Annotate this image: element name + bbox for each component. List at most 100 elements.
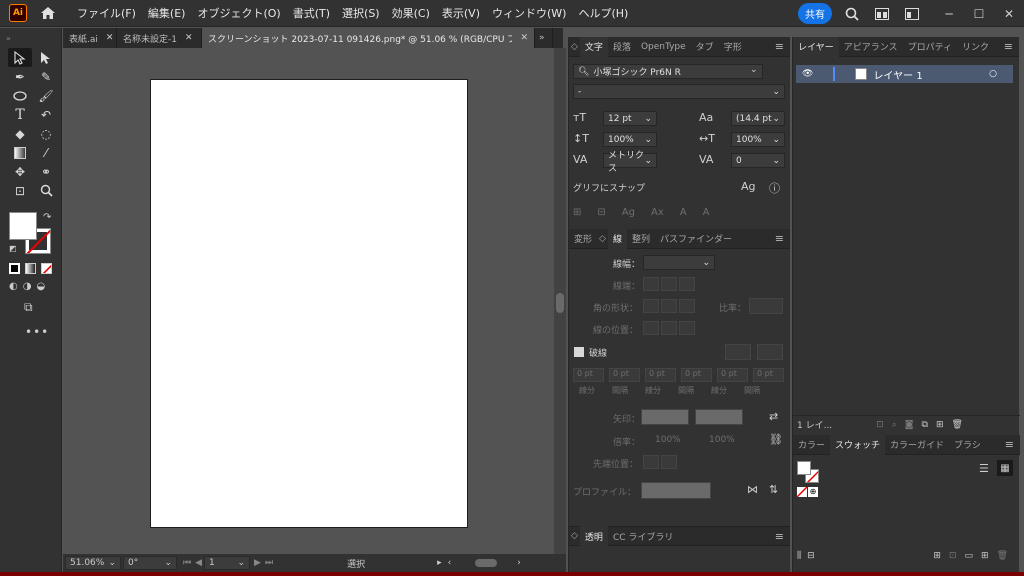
- home-icon[interactable]: [39, 4, 57, 22]
- stroke-weight-field[interactable]: ⌄: [643, 255, 715, 270]
- arrowhead-start-select[interactable]: [641, 409, 689, 425]
- next-artboard-icon[interactable]: ▶: [254, 558, 261, 568]
- info-icon[interactable]: ⓘ: [769, 180, 780, 196]
- dash-field[interactable]: 0 pt: [717, 368, 748, 382]
- artboard[interactable]: [150, 79, 468, 528]
- toolbar-grip-icon[interactable]: »: [0, 28, 61, 48]
- menu-view[interactable]: 表示(V): [436, 5, 486, 21]
- doc-tab-screenshot[interactable]: スクリーンショット 2023-07-11 091426.png* @ 51.06…: [202, 28, 535, 48]
- panel-collapse-icon[interactable]: ◇: [569, 37, 580, 57]
- tab-paragraph[interactable]: 段落: [608, 37, 636, 57]
- align-outside-icon[interactable]: [679, 321, 695, 335]
- tab-pathfinder[interactable]: パスファインダー: [655, 229, 737, 249]
- corner-miter-icon[interactable]: [643, 299, 659, 313]
- limit-field[interactable]: [749, 298, 783, 314]
- tab-color-guide[interactable]: カラーガイド: [885, 435, 949, 455]
- delete-layer-icon[interactable]: 🗑︎: [951, 420, 962, 430]
- menu-file[interactable]: ファイル(F): [71, 5, 142, 21]
- menu-object[interactable]: オブジェクト(O): [191, 5, 286, 21]
- horizontal-scale-field[interactable]: 100% ⌄: [731, 132, 785, 147]
- dash-field[interactable]: 0 pt: [573, 368, 604, 382]
- menu-edit[interactable]: 編集(E): [142, 5, 192, 21]
- artboard-tool-icon[interactable]: ⊡: [8, 181, 32, 200]
- dash-field[interactable]: 0 pt: [645, 368, 676, 382]
- panel-menu-icon[interactable]: ≡: [775, 40, 784, 53]
- tab-character[interactable]: 文字: [579, 36, 608, 57]
- canvas[interactable]: [63, 48, 554, 554]
- maximize-icon[interactable]: ☐: [964, 0, 994, 27]
- snap-angular-icon[interactable]: A: [680, 207, 687, 218]
- panel-menu-icon[interactable]: ≡: [775, 232, 784, 245]
- arrowhead-end-select[interactable]: [695, 409, 743, 425]
- close-tab-icon[interactable]: ✕: [185, 33, 193, 43]
- arrange-documents-icon[interactable]: [904, 6, 920, 22]
- last-artboard-icon[interactable]: ⏭: [265, 558, 273, 568]
- default-colors-icon[interactable]: ◩: [9, 244, 17, 253]
- puppet-warp-tool-icon[interactable]: ✥: [8, 162, 32, 181]
- none-mode-icon[interactable]: [41, 263, 52, 274]
- tab-glyphs[interactable]: 字形: [719, 37, 747, 57]
- hscroll-right-icon[interactable]: ›: [517, 558, 521, 568]
- tab-align[interactable]: 整列: [627, 229, 655, 249]
- flip-along-icon[interactable]: ⋈: [747, 483, 758, 496]
- menu-select[interactable]: 選択(S): [336, 5, 386, 21]
- snap-glyph-bounds-icon[interactable]: Ag: [622, 207, 635, 218]
- swatch-none[interactable]: [797, 487, 807, 497]
- dash-align-icon[interactable]: [757, 344, 783, 360]
- first-artboard-icon[interactable]: ⏮: [183, 558, 191, 568]
- tab-color[interactable]: カラー: [793, 435, 830, 455]
- tab-brushes[interactable]: ブラシ: [949, 435, 986, 455]
- panel-menu-icon[interactable]: ≡: [1005, 438, 1014, 451]
- pen-tool-icon[interactable]: ✒: [8, 67, 32, 86]
- arrow-scale-start[interactable]: 100%: [655, 435, 681, 445]
- fill-stroke-widget[interactable]: ↷ ◩: [9, 212, 53, 256]
- tab-stroke[interactable]: 線: [607, 228, 627, 249]
- direct-selection-tool-icon[interactable]: [34, 48, 58, 67]
- tab-tabs[interactable]: タブ: [691, 37, 719, 57]
- edit-toolbar-icon[interactable]: •••: [25, 325, 49, 339]
- tab-properties[interactable]: プロパティ: [903, 37, 957, 57]
- hscroll-left-icon[interactable]: ‹: [448, 558, 452, 568]
- font-family-field[interactable]: 🔍︎ 小塚ゴシック Pr6N R: [573, 64, 763, 79]
- gradient-mode-icon[interactable]: [25, 263, 36, 274]
- share-button[interactable]: 共有: [798, 3, 832, 24]
- list-view-icon[interactable]: ☰: [979, 462, 989, 475]
- collect-export-icon[interactable]: ⊡: [876, 420, 884, 430]
- delete-swatch-icon[interactable]: 🗑︎: [997, 551, 1008, 561]
- corner-bevel-icon[interactable]: [679, 299, 695, 313]
- link-scale-icon[interactable]: ⛓: [769, 433, 783, 446]
- clipping-mask-icon[interactable]: ◙: [905, 420, 914, 430]
- locate-object-icon[interactable]: ⌕: [892, 420, 897, 430]
- snap-baseline-icon[interactable]: ⊞: [573, 207, 581, 218]
- curvature-tool-icon[interactable]: ✎: [34, 67, 58, 86]
- draw-normal-icon[interactable]: ◐: [9, 281, 18, 292]
- swap-arrowheads-icon[interactable]: ⇄: [769, 410, 778, 423]
- tab-opentype[interactable]: OpenType: [636, 37, 691, 57]
- cap-round-icon[interactable]: [661, 277, 677, 291]
- new-swatch-icon[interactable]: ⊞: [981, 551, 989, 561]
- doc-tab-cover[interactable]: 表紙.ai ✕: [63, 28, 117, 48]
- arrow-scale-end[interactable]: 100%: [709, 435, 735, 445]
- font-style-field[interactable]: - ⌄: [573, 84, 785, 99]
- glyph-snap-icon[interactable]: Ag: [741, 180, 756, 193]
- tab-cc-libraries[interactable]: CC ライブラリ: [608, 526, 678, 546]
- profile-select[interactable]: [641, 482, 711, 499]
- new-layer-icon[interactable]: ⊞: [936, 420, 944, 430]
- new-sublayer-icon[interactable]: ⧉: [922, 420, 928, 430]
- close-tab-icon[interactable]: ✕: [520, 33, 528, 43]
- panel-menu-icon[interactable]: ≡: [1004, 40, 1013, 53]
- selection-tool-icon[interactable]: [8, 48, 32, 67]
- scroll-thumb[interactable]: [556, 293, 564, 313]
- dash-exact-icon[interactable]: [725, 344, 751, 360]
- layer-name[interactable]: レイヤー 1: [873, 67, 922, 82]
- search-icon[interactable]: [844, 6, 860, 22]
- menu-type[interactable]: 書式(T): [287, 5, 336, 21]
- snap-xheight-icon[interactable]: ⊟: [597, 207, 605, 218]
- align-center-icon[interactable]: [643, 321, 659, 335]
- status-menu-icon[interactable]: ▸: [437, 558, 442, 568]
- tab-transparency[interactable]: 透明: [579, 526, 608, 546]
- artboard-number-field[interactable]: 1 ⌄: [204, 556, 251, 570]
- flip-across-icon[interactable]: ⇅: [769, 483, 778, 496]
- menu-effect[interactable]: 効果(C): [386, 5, 436, 21]
- tab-transform[interactable]: 変形: [569, 229, 597, 249]
